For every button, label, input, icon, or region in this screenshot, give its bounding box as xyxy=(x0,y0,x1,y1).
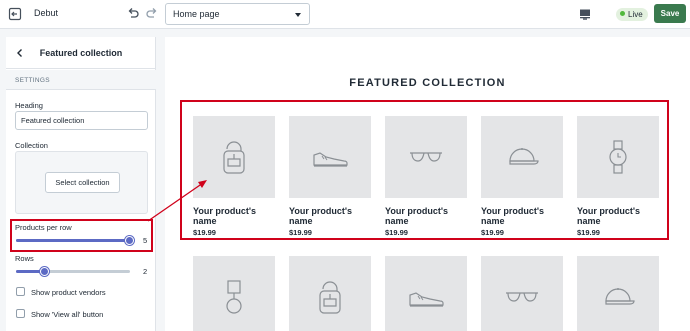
highlight-box-sidebar xyxy=(10,219,153,252)
page-select-value: Home page xyxy=(173,9,220,19)
featured-collection-title: FEATURED COLLECTION xyxy=(349,77,506,89)
chevron-down-icon xyxy=(295,13,301,17)
backpack-icon xyxy=(319,281,341,314)
product-image xyxy=(481,256,563,331)
live-label: Live xyxy=(628,10,643,19)
undo-icon[interactable] xyxy=(126,6,140,20)
settings-label: SETTINGS xyxy=(6,70,156,90)
collection-picker: Select collection xyxy=(15,151,148,214)
lamp-icon xyxy=(226,280,242,314)
show-view-all-checkbox[interactable] xyxy=(16,309,25,318)
highlight-box-preview xyxy=(180,100,669,240)
product-card[interactable] xyxy=(385,256,467,331)
sneaker-icon xyxy=(409,292,444,307)
collection-label: Collection xyxy=(15,141,48,150)
exit-icon[interactable] xyxy=(8,7,22,21)
rows-slider[interactable] xyxy=(16,267,130,276)
product-image xyxy=(193,256,275,331)
product-image xyxy=(385,256,467,331)
slider-thumb[interactable] xyxy=(40,267,49,276)
show-vendors-checkbox[interactable] xyxy=(16,287,25,296)
product-image xyxy=(577,256,659,331)
section-title: Featured collection xyxy=(39,48,123,58)
sidebar: Featured collection SETTINGS Heading Col… xyxy=(6,37,156,331)
save-button[interactable]: Save xyxy=(654,4,686,23)
product-card[interactable] xyxy=(481,256,563,331)
show-vendors-label: Show product vendors xyxy=(31,288,106,297)
product-card[interactable] xyxy=(577,256,659,331)
product-card[interactable] xyxy=(289,256,371,331)
redo-icon[interactable] xyxy=(145,6,159,20)
sidebar-header: Featured collection xyxy=(6,37,156,69)
status-dot-icon xyxy=(620,11,625,16)
rows-label: Rows xyxy=(15,254,34,263)
sunglasses-icon xyxy=(506,292,538,302)
live-badge: Live xyxy=(616,8,648,21)
theme-name: Debut xyxy=(34,8,59,18)
page-select[interactable]: Home page xyxy=(165,3,310,25)
product-image xyxy=(289,256,371,331)
show-view-all-label: Show 'View all' button xyxy=(31,310,104,319)
rows-value: 2 xyxy=(143,267,148,276)
cap-icon xyxy=(605,288,635,305)
heading-input[interactable] xyxy=(15,111,148,130)
heading-label: Heading xyxy=(15,101,43,110)
select-collection-button[interactable]: Select collection xyxy=(45,172,120,193)
desktop-icon[interactable] xyxy=(578,7,592,21)
top-bar: Debut Home page Live Save xyxy=(0,0,690,29)
product-card[interactable] xyxy=(193,256,275,331)
